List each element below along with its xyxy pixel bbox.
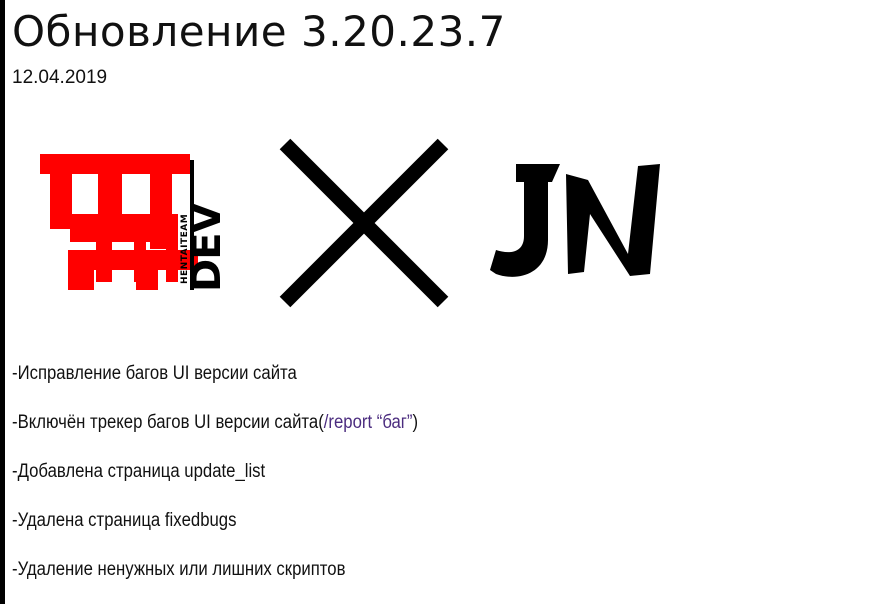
- update-title: Обновление 3.20.23.7: [12, 7, 506, 56]
- change-text: -Удалена страница fixedbugs: [12, 510, 237, 531]
- list-item: -Добавлена страница update_list: [12, 460, 418, 509]
- change-text: -Удаление ненужных или лишних скриптов: [12, 559, 346, 580]
- update-date: 12.04.2019: [12, 67, 108, 88]
- svg-text:DEV: DEV: [184, 202, 230, 292]
- collab-cross-icon: [279, 138, 449, 308]
- jn-logo: [490, 164, 660, 277]
- report-command-link[interactable]: /report “баг”: [324, 412, 413, 433]
- change-text-suffix: ): [412, 412, 419, 433]
- update-post: Обновление 3.20.23.7 12.04.2019 HENTAITE: [12, 0, 891, 604]
- hentaiteam-dev-logo: HENTAITEAM DEV: [40, 154, 230, 292]
- list-item: -Включён трекер багов UI версии сайта(/r…: [12, 411, 418, 460]
- change-text: -Исправление багов UI версии сайта: [12, 363, 297, 384]
- change-text: -Добавлена страница update_list: [12, 461, 266, 482]
- left-border-rule: [0, 0, 5, 604]
- collab-logos: HENTAITEAM DEV: [12, 132, 712, 312]
- list-item: -Удаление ненужных или лишних скриптов: [12, 558, 418, 607]
- list-item: -Удалена страница fixedbugs: [12, 509, 418, 558]
- changelog-list: -Исправление багов UI версии сайта -Вклю…: [12, 362, 473, 607]
- list-item: -Исправление багов UI версии сайта: [12, 362, 418, 411]
- change-text-prefix: -Включён трекер багов UI версии сайта(: [12, 412, 324, 433]
